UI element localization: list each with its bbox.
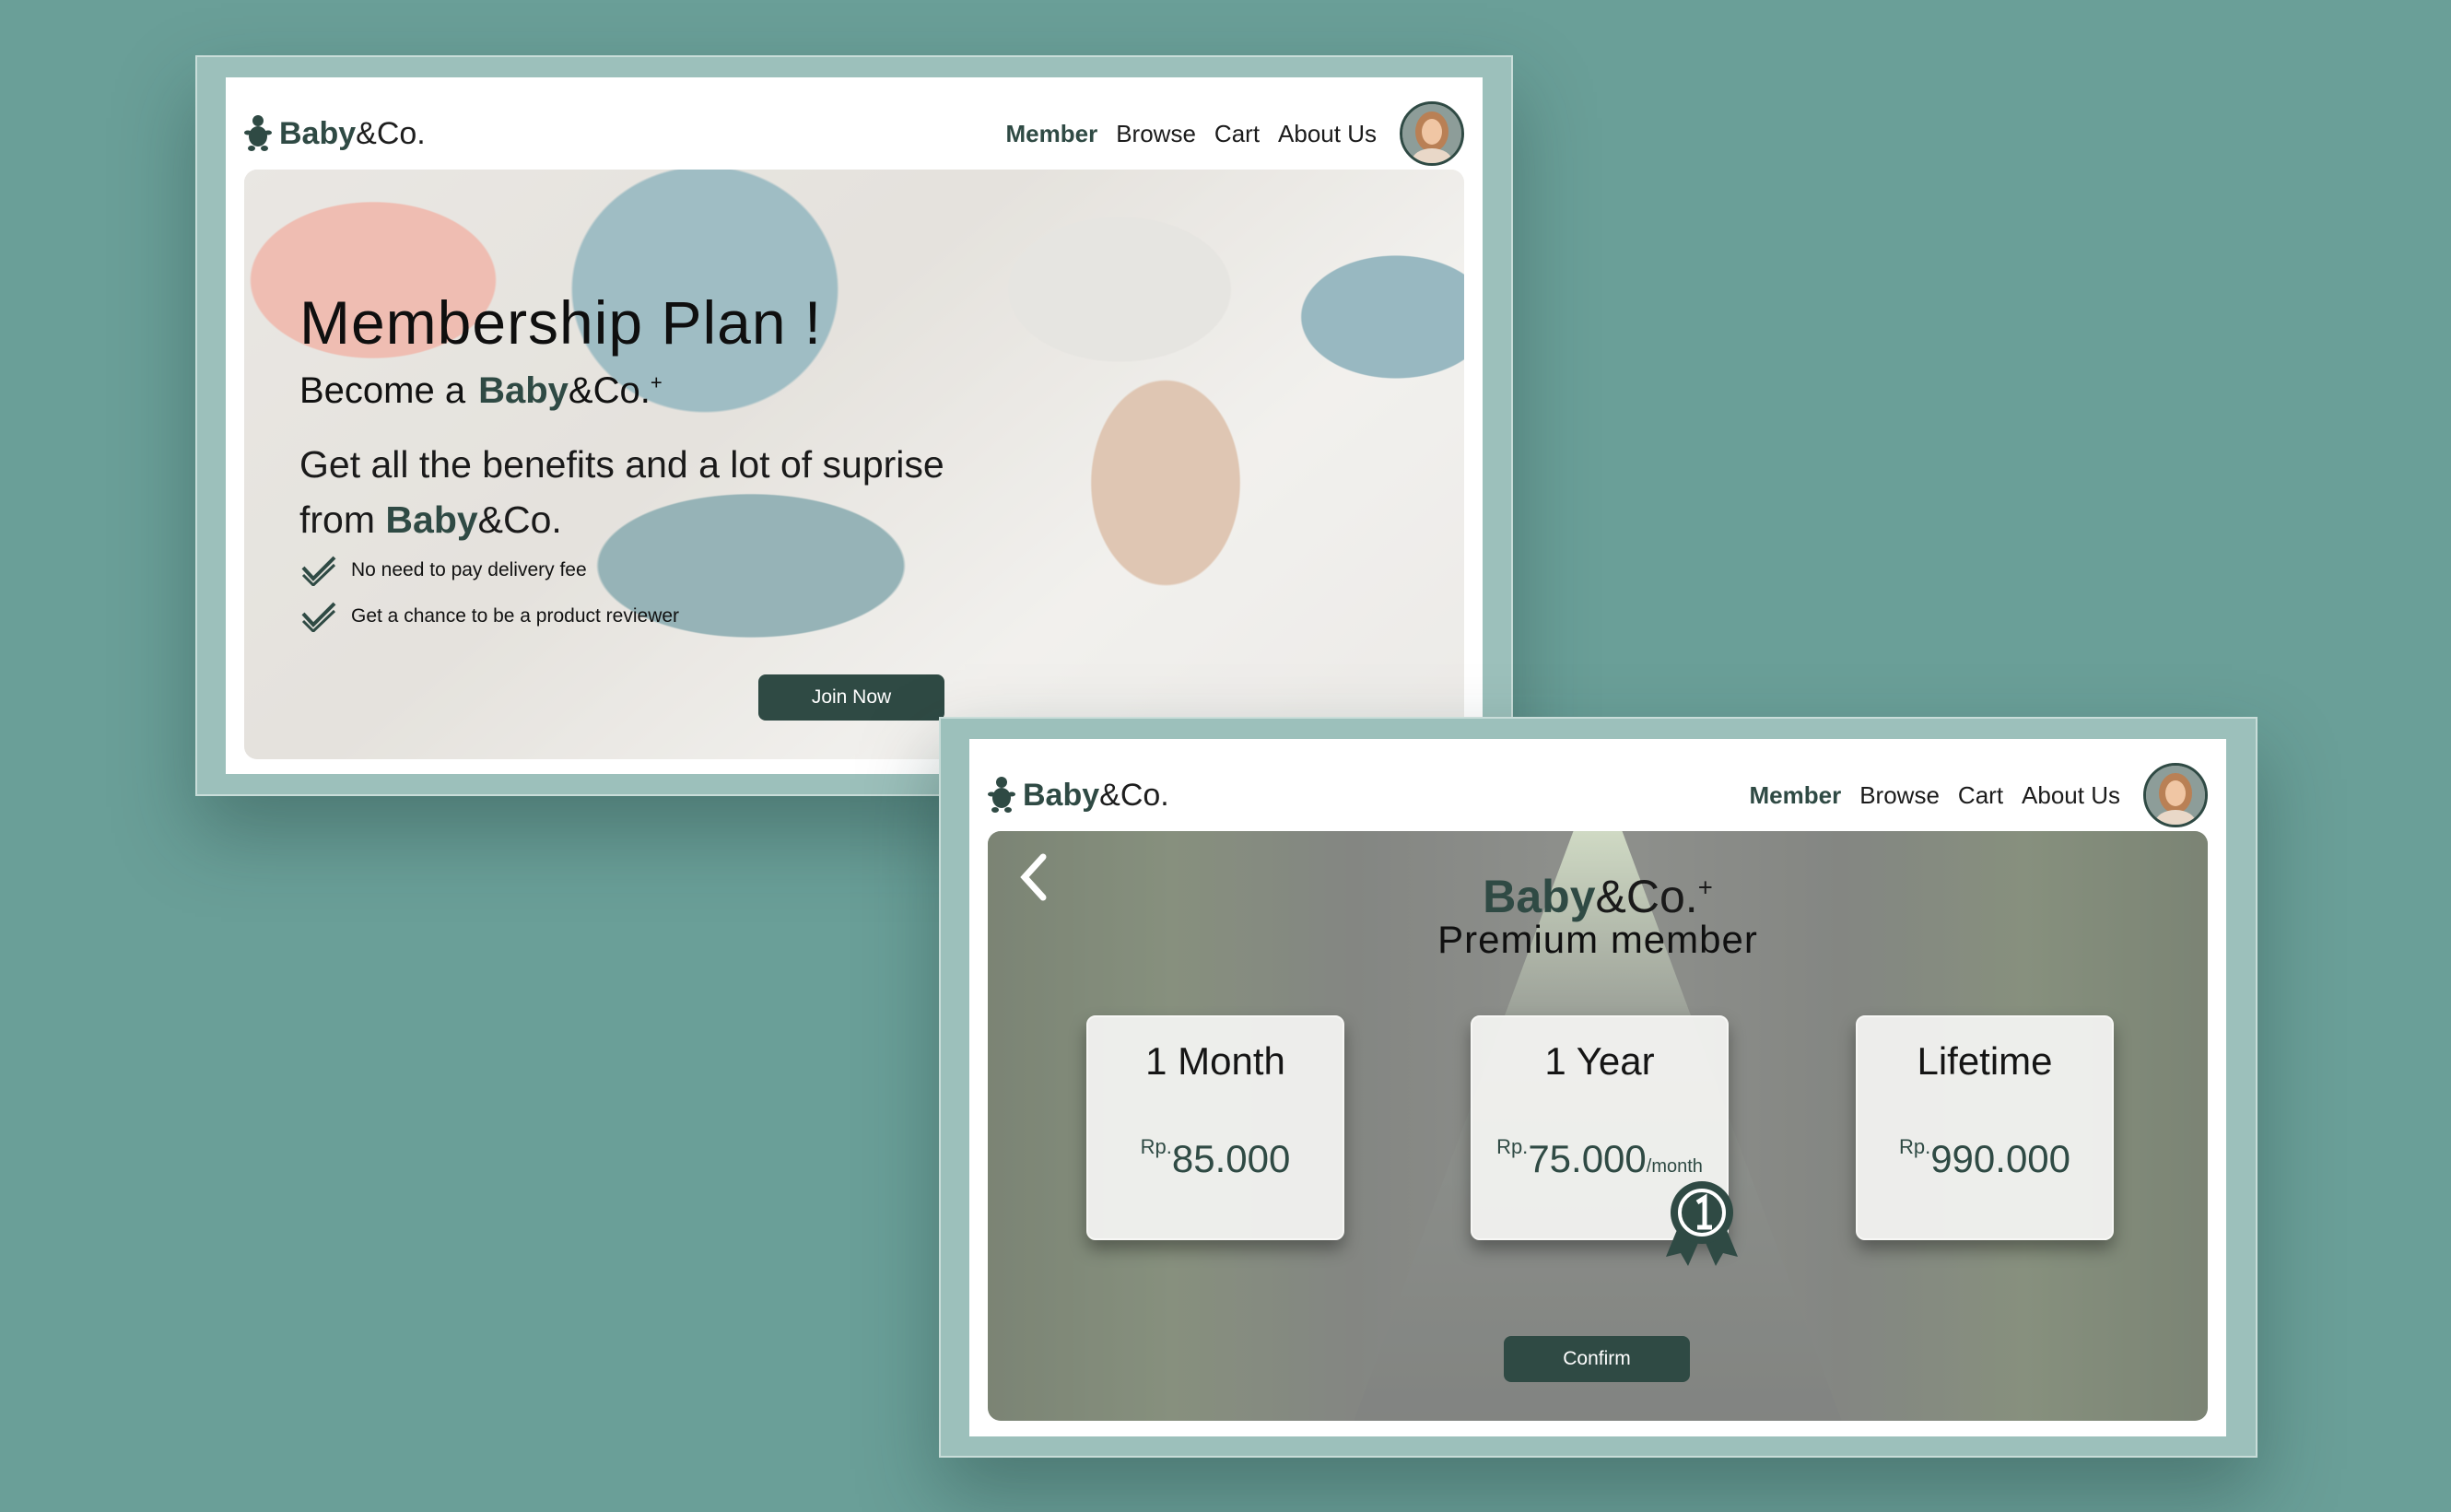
nav-item-browse[interactable]: Browse bbox=[1116, 120, 1196, 148]
plan-card-lifetime[interactable]: Lifetime Rp.990.000 bbox=[1856, 1015, 2114, 1240]
premium-member-title: Premium member bbox=[1437, 918, 1758, 961]
nav-item-member[interactable]: Member bbox=[1750, 781, 1842, 810]
user-avatar[interactable] bbox=[2143, 763, 2208, 827]
user-avatar[interactable] bbox=[1400, 101, 1464, 166]
plan-name: Lifetime bbox=[1917, 1039, 2053, 1083]
navbar: Baby&Co. Member Browse Cart About Us bbox=[969, 739, 2226, 831]
avatar-portrait bbox=[1402, 104, 1461, 163]
plan-price: Rp.75.000/month bbox=[1496, 1135, 1703, 1180]
page-title: Membership Plan ! bbox=[299, 288, 823, 357]
nav-item-cart[interactable]: Cart bbox=[1958, 781, 2003, 810]
baby-logo-icon bbox=[244, 115, 272, 151]
logo-text: Baby&Co. bbox=[279, 115, 426, 151]
hero-membership: Membership Plan ! Become a Baby&Co.+ Get … bbox=[244, 170, 1464, 759]
double-check-icon bbox=[301, 556, 336, 586]
hero-description: Get all the benefits and a lot of supris… bbox=[299, 443, 944, 541]
baby-logo-icon bbox=[988, 777, 1015, 813]
benefit-text: Get a chance to be a product reviewer bbox=[351, 605, 680, 627]
avatar-portrait bbox=[2146, 766, 2205, 825]
nav-item-browse[interactable]: Browse bbox=[1859, 781, 1940, 810]
benefit-text: No need to pay delivery fee bbox=[351, 559, 587, 580]
mockup-premium-member: Baby&Co. Member Browse Cart About Us Bab… bbox=[939, 717, 2258, 1458]
subtitle-brand: Baby&Co.+ bbox=[478, 370, 663, 411]
brand-heading: Baby&Co.+ bbox=[1483, 871, 1713, 922]
plan-name: 1 Month bbox=[1145, 1039, 1285, 1083]
plan-price: Rp.85.000 bbox=[1140, 1135, 1291, 1180]
logo[interactable]: Baby&Co. bbox=[988, 776, 1169, 815]
logo-text: Baby&Co. bbox=[1023, 777, 1169, 813]
benefit-item: No need to pay delivery fee bbox=[301, 555, 587, 586]
logo[interactable]: Baby&Co. bbox=[244, 114, 426, 153]
mockup-membership-plan: Baby&Co. Member Browse Cart About Us Mem… bbox=[195, 55, 1513, 796]
plan-price: Rp.990.000 bbox=[1898, 1135, 2071, 1180]
hero-subtitle: Become a Baby&Co.+ bbox=[299, 370, 663, 412]
nav-links: Member Browse Cart About Us bbox=[1750, 781, 2120, 810]
nav-item-about-us[interactable]: About Us bbox=[1278, 120, 1377, 148]
plan-card-1-month[interactable]: 1 Month Rp.85.000 bbox=[1086, 1015, 1344, 1240]
page-premium-member: Baby&Co. Member Browse Cart About Us Bab… bbox=[969, 739, 2226, 1436]
navbar: Baby&Co. Member Browse Cart About Us bbox=[226, 77, 1483, 170]
plan-name: 1 Year bbox=[1544, 1039, 1655, 1083]
hero-premium: Baby&Co.+ Premium member 1 Month Rp.85.0… bbox=[988, 831, 2208, 1421]
nav-item-member[interactable]: Member bbox=[1006, 120, 1098, 148]
nav-links: Member Browse Cart About Us bbox=[1006, 120, 1377, 148]
subtitle-prefix: Become a bbox=[299, 370, 466, 411]
confirm-button[interactable]: Confirm bbox=[1504, 1336, 1690, 1382]
benefit-item: Get a chance to be a product reviewer bbox=[301, 601, 679, 632]
nav-item-about-us[interactable]: About Us bbox=[2022, 781, 2120, 810]
double-check-icon bbox=[301, 602, 336, 632]
join-now-button[interactable]: Join Now bbox=[758, 674, 944, 721]
award-ribbon-icon bbox=[1666, 1181, 1738, 1266]
page-membership-plan: Baby&Co. Member Browse Cart About Us Mem… bbox=[226, 77, 1483, 774]
nav-item-cart[interactable]: Cart bbox=[1214, 120, 1260, 148]
